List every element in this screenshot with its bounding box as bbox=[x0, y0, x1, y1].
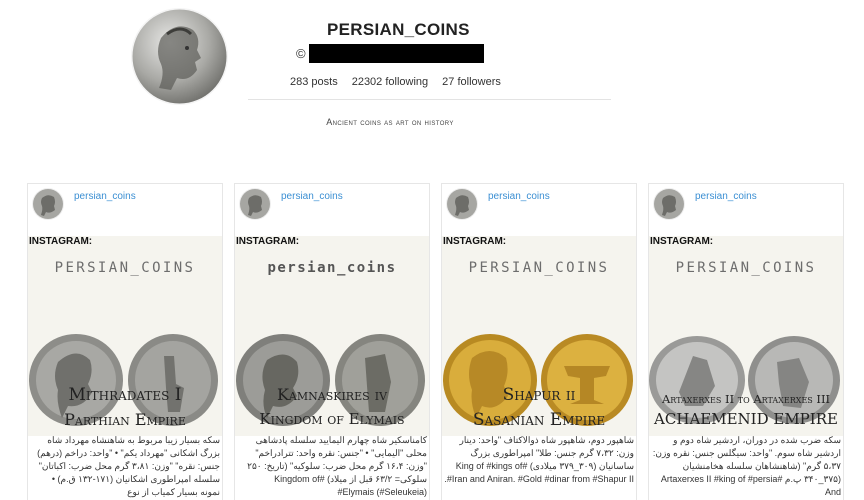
post-caption: سکه ضرب شده در دوران، اردشیر شاه دوم و ا… bbox=[652, 435, 841, 497]
profile-username: PERSIAN_COINS bbox=[327, 20, 470, 39]
instagram-label: INSTAGRAM: bbox=[29, 236, 93, 247]
post-avatar[interactable] bbox=[446, 188, 478, 220]
brand-watermark: PERSIAN_COINS bbox=[675, 260, 817, 276]
post-header: persian_coins bbox=[28, 184, 222, 224]
brand-watermark: PERSIAN_COINS bbox=[468, 260, 610, 276]
post-title: Artaxerxes II to Artaxerxes III bbox=[661, 392, 831, 406]
post-header: persian_coins bbox=[235, 184, 429, 224]
post-avatar[interactable] bbox=[32, 188, 64, 220]
post-card[interactable]: persian_coins INSTAGRAM: persian_coins K… bbox=[234, 183, 430, 500]
followers-count[interactable]: 27 followers bbox=[442, 76, 501, 88]
post-caption: سکه بسیار زیبا مربوط به شاهنشاه مهرداد ش… bbox=[37, 435, 220, 497]
profile-stats: 283 posts 22302 following 27 followers bbox=[290, 76, 501, 88]
post-avatar[interactable] bbox=[239, 188, 271, 220]
post-card[interactable]: persian_coins INSTAGRAM: PERSIAN_COINS A… bbox=[648, 183, 844, 500]
post-title: Shapur ii bbox=[502, 385, 576, 405]
brand-watermark: PERSIAN_COINS bbox=[54, 260, 196, 276]
post-header: persian_coins bbox=[649, 184, 843, 224]
post-caption: شاهپور دوم، شاهپور شاه ذوالاکتاف "واحد: … bbox=[444, 435, 634, 484]
instagram-label: INSTAGRAM: bbox=[236, 236, 300, 247]
post-header: persian_coins bbox=[442, 184, 636, 224]
avatar-coin-icon bbox=[33, 189, 63, 219]
redacted-bar bbox=[308, 44, 484, 63]
profile-bio: Ancient coins as art on history bbox=[326, 117, 454, 127]
post-username[interactable]: persian_coins bbox=[74, 191, 136, 202]
avatar-coin-icon bbox=[654, 189, 684, 219]
post-username[interactable]: persian_coins bbox=[488, 191, 550, 202]
instagram-label: INSTAGRAM: bbox=[443, 236, 507, 247]
post-subtitle: ACHAEMENID EMPIRE bbox=[654, 410, 838, 428]
post-avatar[interactable] bbox=[653, 188, 685, 220]
header-divider bbox=[248, 99, 611, 100]
instagram-label: INSTAGRAM: bbox=[650, 236, 714, 247]
posts-count: 283 posts bbox=[290, 76, 338, 88]
post-subtitle: Parthian Empire bbox=[64, 410, 186, 429]
post-title: Mithradates I bbox=[68, 385, 182, 405]
post-subtitle: Sasanian Empire bbox=[472, 410, 606, 430]
following-count[interactable]: 22302 following bbox=[352, 76, 428, 88]
brand-watermark: persian_coins bbox=[267, 260, 397, 276]
copyright-row: © bbox=[296, 44, 484, 63]
avatar-coin-icon bbox=[240, 189, 270, 219]
profile-avatar[interactable] bbox=[131, 8, 228, 105]
post-title: Kamnaskires iv bbox=[276, 385, 388, 404]
copyright-symbol: © bbox=[296, 46, 306, 61]
avatar-coin-icon bbox=[447, 189, 477, 219]
coin-portrait-image bbox=[132, 9, 227, 104]
post-username[interactable]: persian_coins bbox=[695, 191, 757, 202]
post-subtitle: Kingdom of Elymais bbox=[259, 410, 405, 428]
post-username[interactable]: persian_coins bbox=[281, 191, 343, 202]
post-card[interactable]: persian_coins INSTAGRAM: PERSIAN_COINS M… bbox=[27, 183, 223, 500]
post-card[interactable]: persian_coins INSTAGRAM: PERSIAN_COINS S… bbox=[441, 183, 637, 500]
post-caption: کامناسکیر شاه چهارم الیمایید سلسله پادشا… bbox=[247, 435, 427, 497]
